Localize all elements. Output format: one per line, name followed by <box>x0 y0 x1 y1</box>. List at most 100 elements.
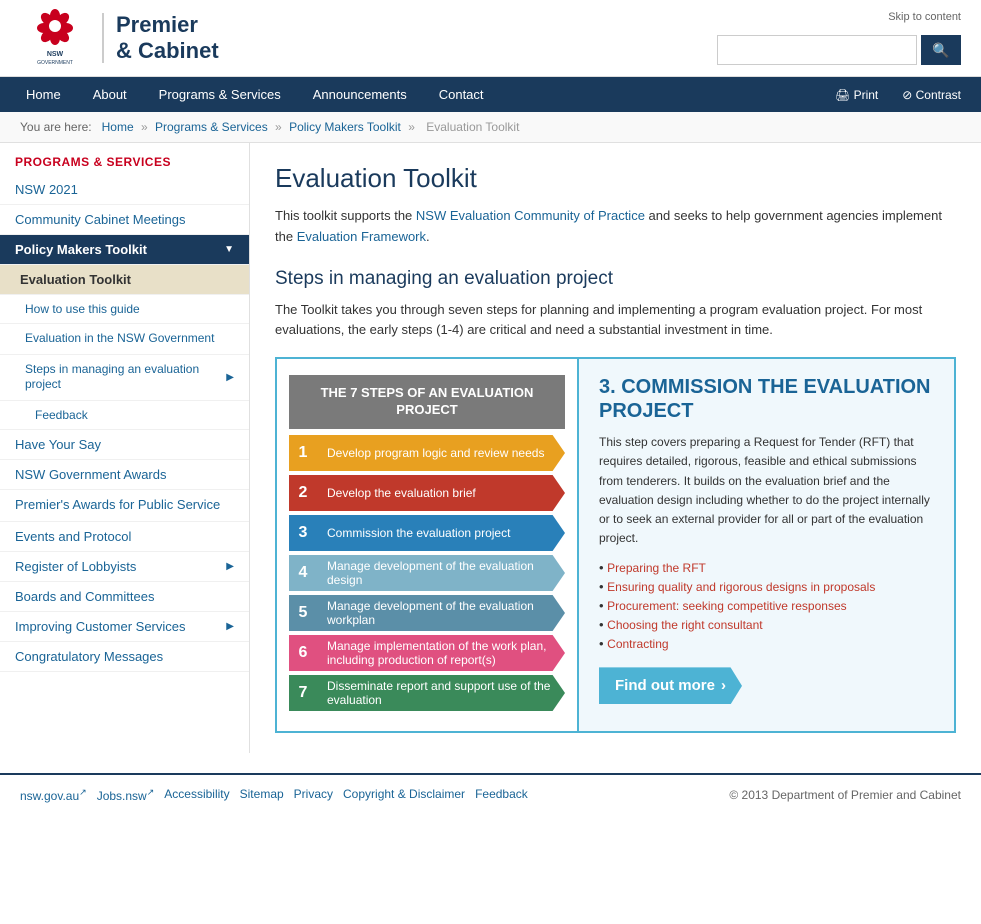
right-panel-desc: This step covers preparing a Request for… <box>599 433 934 548</box>
step-label-6: Manage implementation of the work plan, … <box>317 635 565 671</box>
step-label-3: Commission the evaluation project <box>317 515 565 551</box>
nav-home[interactable]: Home <box>10 77 77 112</box>
link-rft[interactable]: Preparing the RFT <box>607 561 706 575</box>
steps-arrow: ▶ <box>226 371 234 384</box>
step-label-5: Manage development of the evaluation wor… <box>317 595 565 631</box>
step-row-1[interactable]: 1 Develop program logic and review needs <box>289 435 565 471</box>
right-panel-links: Preparing the RFT Ensuring quality and r… <box>599 560 934 651</box>
section-desc: The Toolkit takes you through seven step… <box>275 300 956 342</box>
link-procurement[interactable]: Procurement: seeking competitive respons… <box>607 599 846 613</box>
sidebar-item-have-your-say[interactable]: Have Your Say <box>0 430 249 460</box>
link-contracting[interactable]: Contracting <box>607 637 668 651</box>
sidebar: PROGRAMS & SERVICES NSW 2021 Community C… <box>0 143 250 753</box>
sidebar-item-lobbyists[interactable]: Register of Lobbyists ▶ <box>0 552 249 582</box>
step-num-1: 1 <box>289 435 317 471</box>
link-consultant[interactable]: Choosing the right consultant <box>607 618 762 632</box>
link-item-procurement: Procurement: seeking competitive respons… <box>599 598 934 613</box>
steps-header: THE 7 STEPS OF AN EVALUATION PROJECT <box>289 375 565 429</box>
nav-utilities: 🖨 Print ⊘ Contrast <box>825 80 971 110</box>
logo-area: NSW GOVERNMENT Premier & Cabinet <box>20 8 219 68</box>
search-input[interactable] <box>717 35 917 65</box>
step-row-4[interactable]: 4 Manage development of the evaluation d… <box>289 555 565 591</box>
nav-contact[interactable]: Contact <box>423 77 500 112</box>
sidebar-item-boards[interactable]: Boards and Committees <box>0 582 249 612</box>
nav-bar: Home About Programs & Services Announcem… <box>0 77 981 112</box>
sidebar-item-evaluation-toolkit[interactable]: Evaluation Toolkit <box>0 265 249 295</box>
nav-announcements[interactable]: Announcements <box>297 77 423 112</box>
right-panel: 3. COMMISSION THE EVALUATION PROJECT Thi… <box>577 359 954 731</box>
footer-links: nsw.gov.au Jobs.nsw Accessibility Sitema… <box>20 787 528 803</box>
step-num-4: 4 <box>289 555 317 591</box>
top-header: NSW GOVERNMENT Premier & Cabinet Skip to… <box>0 0 981 77</box>
nsw-logo: NSW GOVERNMENT <box>20 8 90 68</box>
logo-divider <box>102 13 104 63</box>
footer-link-privacy[interactable]: Privacy <box>294 787 333 803</box>
breadcrumb-toolkit[interactable]: Policy Makers Toolkit <box>289 120 401 134</box>
nav-items: Home About Programs & Services Announcem… <box>10 77 500 112</box>
link-item-quality: Ensuring quality and rigorous designs in… <box>599 579 934 594</box>
step-num-5: 5 <box>289 595 317 631</box>
sidebar-section-title: PROGRAMS & SERVICES <box>0 143 249 175</box>
print-button[interactable]: 🖨 Print <box>825 80 888 110</box>
contrast-button[interactable]: ⊘ Contrast <box>892 80 971 110</box>
breadcrumb-home[interactable]: Home <box>102 120 134 134</box>
search-button[interactable]: 🔍 <box>921 35 961 65</box>
link-item-consultant: Choosing the right consultant <box>599 617 934 632</box>
nav-about[interactable]: About <box>77 77 143 112</box>
sidebar-item-premiers-awards[interactable]: Premier's Awards for Public Service <box>0 490 249 522</box>
step-row-3[interactable]: 3 Commission the evaluation project <box>289 515 565 551</box>
diagram-container: THE 7 STEPS OF AN EVALUATION PROJECT 1 D… <box>275 357 956 733</box>
step-label-4: Manage development of the evaluation des… <box>317 555 565 591</box>
sidebar-item-steps[interactable]: Steps in managing an evaluation project … <box>0 355 249 401</box>
main-content: Evaluation Toolkit This toolkit supports… <box>250 143 981 753</box>
page-title: Evaluation Toolkit <box>275 163 956 194</box>
footer-link-nswgov[interactable]: nsw.gov.au <box>20 787 87 803</box>
logo-text: Premier & Cabinet <box>116 12 219 65</box>
step-row-7[interactable]: 7 Disseminate report and support use of … <box>289 675 565 711</box>
step-row-5[interactable]: 5 Manage development of the evaluation w… <box>289 595 565 631</box>
skip-link[interactable]: Skip to content <box>888 11 961 23</box>
step-row-6[interactable]: 6 Manage implementation of the work plan… <box>289 635 565 671</box>
footer-link-jobs[interactable]: Jobs.nsw <box>97 787 155 803</box>
breadcrumb-sep1: » <box>141 120 151 134</box>
step-num-7: 7 <box>289 675 317 711</box>
breadcrumb-programs[interactable]: Programs & Services <box>155 120 268 134</box>
svg-text:NSW: NSW <box>47 51 64 58</box>
sidebar-item-feedback[interactable]: Feedback <box>0 401 249 430</box>
step-label-7: Disseminate report and support use of th… <box>317 675 565 711</box>
sidebar-item-nsw-awards[interactable]: NSW Government Awards <box>0 460 249 490</box>
nav-programs[interactable]: Programs & Services <box>143 77 297 112</box>
search-area: 🔍 <box>717 35 961 65</box>
intro-text: This toolkit supports the NSW Evaluation… <box>275 206 956 248</box>
link-item-contracting: Contracting <box>599 636 934 651</box>
sidebar-item-events[interactable]: Events and Protocol <box>0 522 249 552</box>
breadcrumb: You are here: Home » Programs & Services… <box>0 112 981 143</box>
step-num-2: 2 <box>289 475 317 511</box>
sidebar-item-community-cabinet[interactable]: Community Cabinet Meetings <box>0 205 249 235</box>
footer-link-feedback[interactable]: Feedback <box>475 787 528 803</box>
breadcrumb-sep3: » <box>408 120 418 134</box>
sidebar-item-evaluation-nsw[interactable]: Evaluation in the NSW Government <box>0 324 249 355</box>
footer-link-sitemap[interactable]: Sitemap <box>240 787 284 803</box>
footer-copyright: © 2013 Department of Premier and Cabinet <box>729 788 961 802</box>
customer-arrow: ▶ <box>226 621 234 632</box>
footer-link-accessibility[interactable]: Accessibility <box>164 787 229 803</box>
step-label-1: Develop program logic and review needs <box>317 435 565 471</box>
intro-link-community[interactable]: NSW Evaluation Community of Practice <box>416 208 645 223</box>
section-title: Steps in managing an evaluation project <box>275 268 956 290</box>
sidebar-item-nsw2021[interactable]: NSW 2021 <box>0 175 249 205</box>
sidebar-item-congratulatory[interactable]: Congratulatory Messages <box>0 642 249 672</box>
breadcrumb-current: Evaluation Toolkit <box>426 120 519 134</box>
footer-link-copyright[interactable]: Copyright & Disclaimer <box>343 787 465 803</box>
link-quality[interactable]: Ensuring quality and rigorous designs in… <box>607 580 875 594</box>
policy-makers-arrow: ▼ <box>224 244 234 255</box>
step-row-2[interactable]: 2 Develop the evaluation brief <box>289 475 565 511</box>
svg-text:GOVERNMENT: GOVERNMENT <box>37 60 73 66</box>
find-out-more-button[interactable]: Find out more <box>599 667 742 704</box>
intro-link-framework[interactable]: Evaluation Framework <box>297 229 426 244</box>
sidebar-item-policy-makers[interactable]: Policy Makers Toolkit ▼ <box>0 235 249 265</box>
lobbyists-arrow: ▶ <box>226 561 234 572</box>
sidebar-item-how-to-use[interactable]: How to use this guide <box>0 295 249 324</box>
sidebar-item-customer[interactable]: Improving Customer Services ▶ <box>0 612 249 642</box>
step-label-2: Develop the evaluation brief <box>317 475 565 511</box>
